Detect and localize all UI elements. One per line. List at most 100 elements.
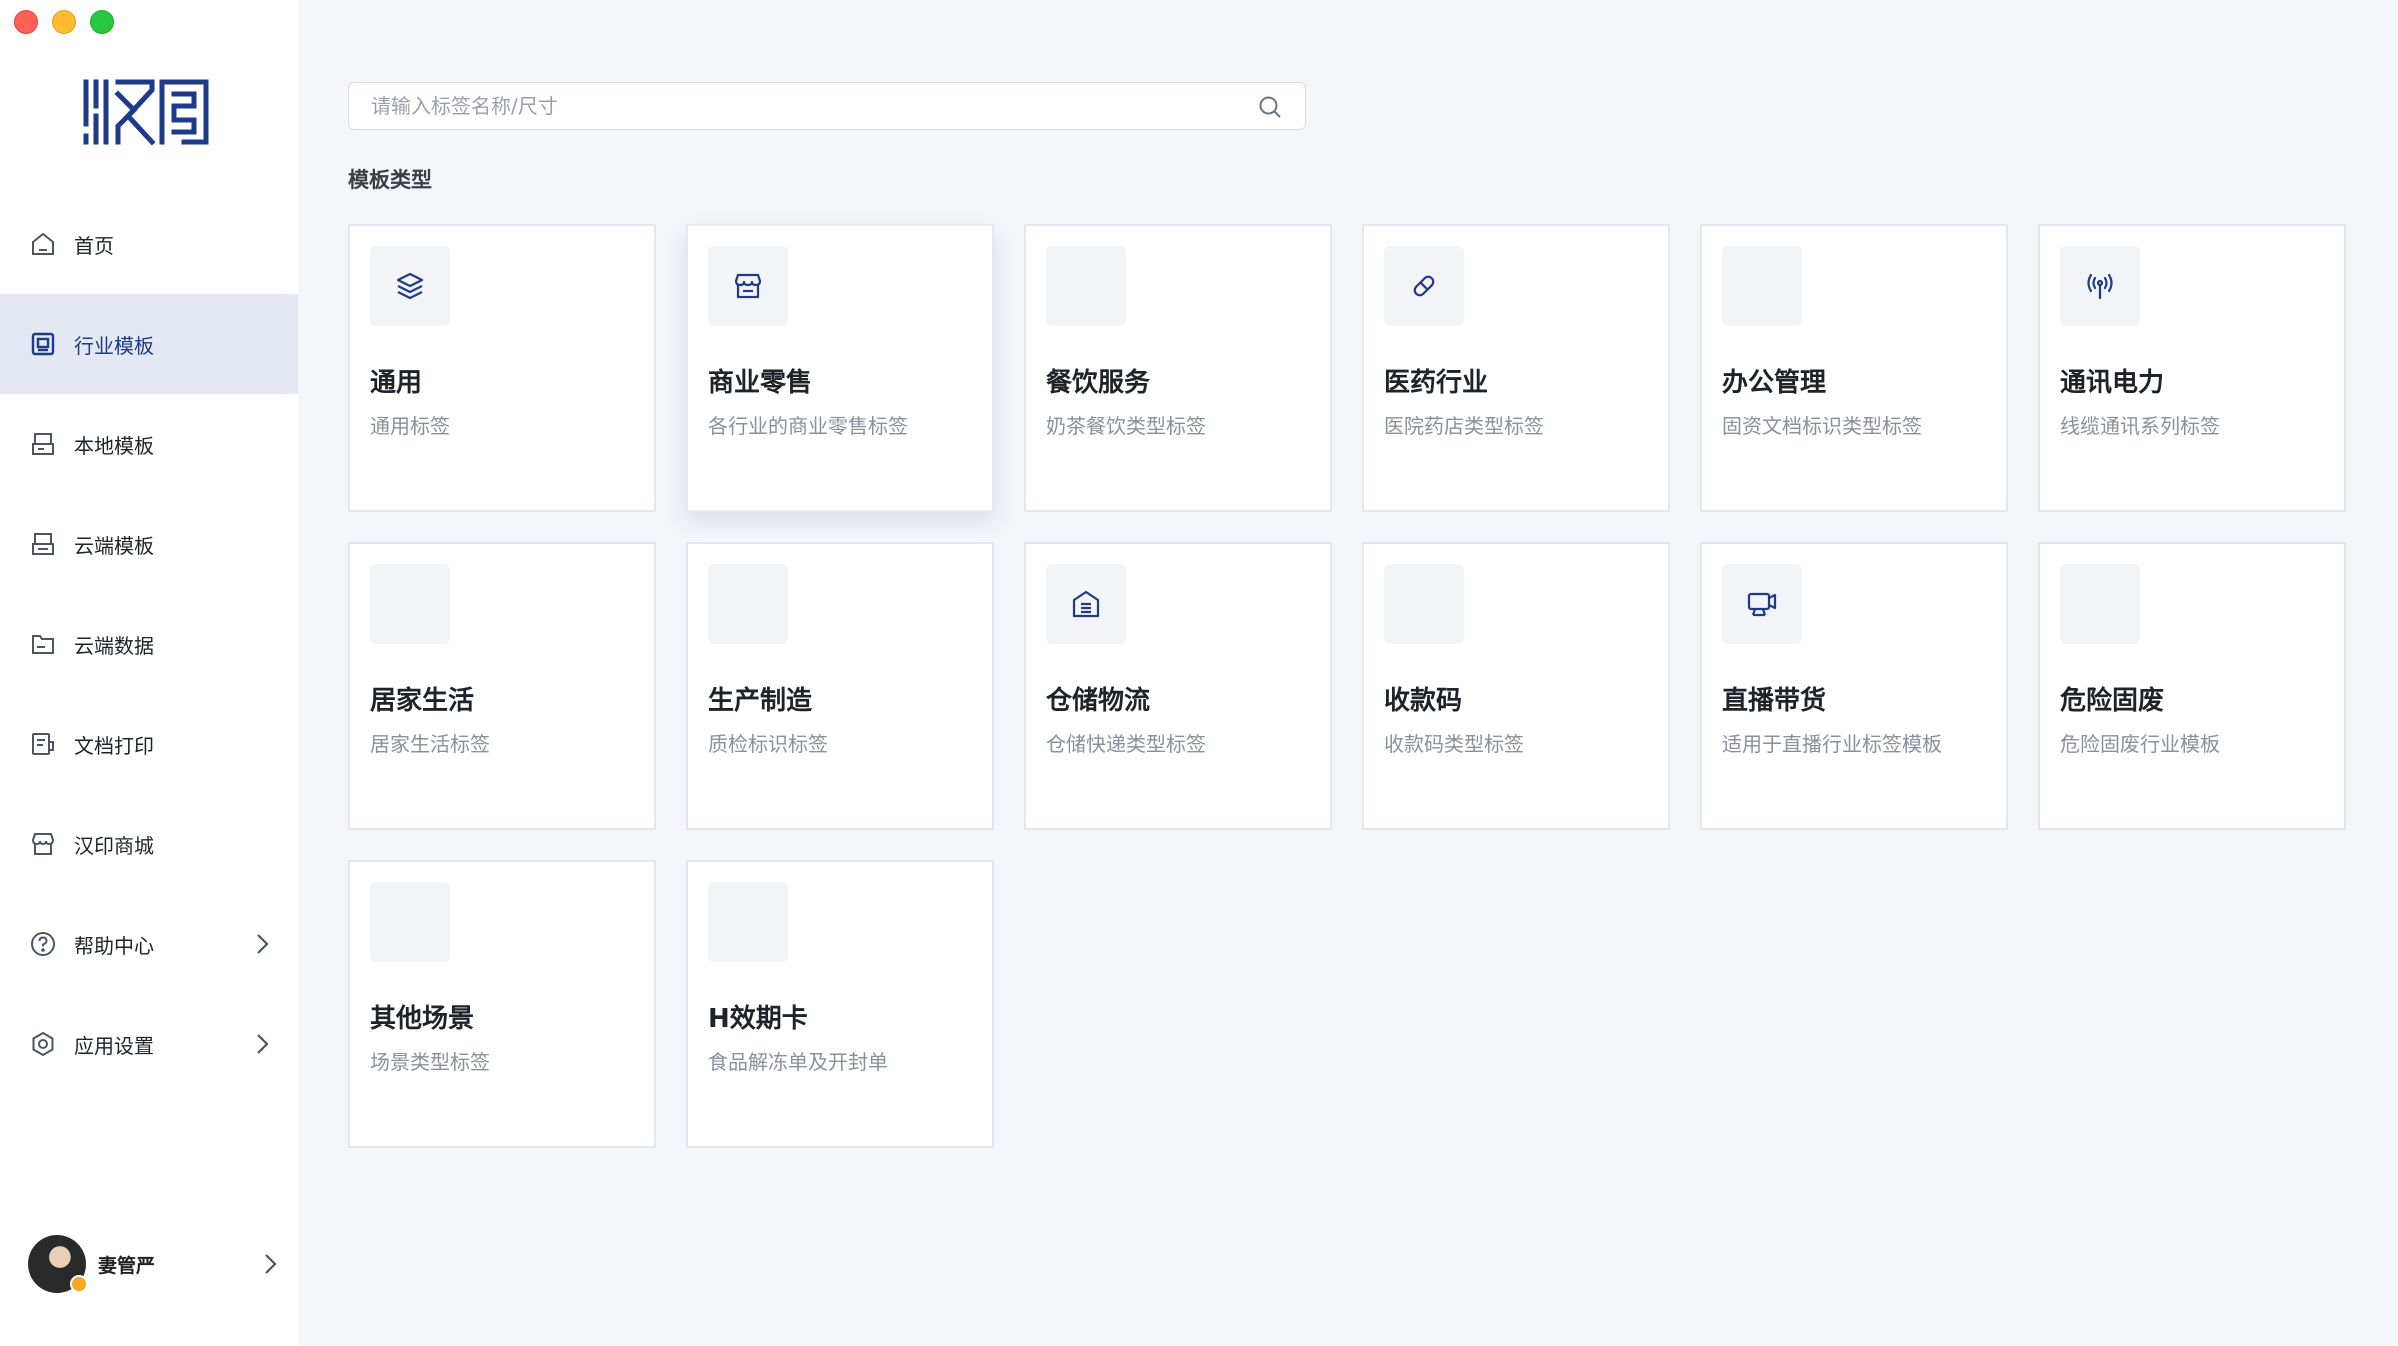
template-card-retail[interactable]: 商业零售 各行业的商业零售标签 xyxy=(686,224,994,512)
card-title: 其他场景 xyxy=(370,1004,475,1034)
template-card-other-scenes[interactable]: 其他场景 场景类型标签 xyxy=(348,860,656,1148)
template-type-grid: 通用 通用标签 商业零售 各行业的商业零售标签 餐饮服务 奶茶餐饮类型标签 医药… xyxy=(348,224,2346,1148)
section-title: 模板类型 xyxy=(348,168,432,192)
card-description: 奶茶餐饮类型标签 xyxy=(1046,414,1206,438)
live-stream-icon xyxy=(1722,564,1802,644)
sidebar-item-app-settings[interactable]: 应用设置 xyxy=(0,994,298,1094)
card-title: 危险固废 xyxy=(2060,686,2165,716)
template-card-logistics[interactable]: 仓储物流 仓储快递类型标签 xyxy=(1024,542,1332,830)
card-title: 通讯电力 xyxy=(2060,368,2165,398)
home-icon xyxy=(28,229,58,259)
sidebar-item-label: 应用设置 xyxy=(74,1033,154,1058)
card-title: 生产制造 xyxy=(708,686,813,716)
help-icon xyxy=(28,929,58,959)
placeholder-icon xyxy=(2060,564,2140,644)
card-description: 医院药店类型标签 xyxy=(1384,414,1544,438)
card-title: 医药行业 xyxy=(1384,368,1489,398)
vip-badge xyxy=(70,1275,88,1293)
placeholder-icon xyxy=(708,564,788,644)
template-card-medical[interactable]: 医药行业 医院药店类型标签 xyxy=(1362,224,1670,512)
card-title: 办公管理 xyxy=(1722,368,1827,398)
sidebar-item-local-templates[interactable]: 本地模板 xyxy=(0,394,298,494)
card-title: 通用 xyxy=(370,368,423,398)
pill-icon xyxy=(1384,246,1464,326)
card-description: 场景类型标签 xyxy=(370,1050,490,1074)
placeholder-icon xyxy=(708,882,788,962)
chevron-right-icon xyxy=(265,1254,277,1274)
template-icon xyxy=(28,329,58,359)
card-title: 商业零售 xyxy=(708,368,813,398)
template-card-live-stream[interactable]: 直播带货 适用于直播行业标签模板 xyxy=(1700,542,2008,830)
card-title: H效期卡 xyxy=(708,1004,808,1034)
placeholder-icon xyxy=(370,882,450,962)
window-controls xyxy=(14,10,114,34)
placeholder-icon xyxy=(1722,246,1802,326)
card-title: 仓储物流 xyxy=(1046,686,1151,716)
card-description: 适用于直播行业标签模板 xyxy=(1722,732,1942,756)
minimize-window-button[interactable] xyxy=(52,10,76,34)
app-logo xyxy=(83,79,209,146)
sidebar-item-label: 云端数据 xyxy=(74,633,154,658)
zoom-window-button[interactable] xyxy=(90,10,114,34)
card-description: 线缆通讯系列标签 xyxy=(2060,414,2220,438)
card-title: 直播带货 xyxy=(1722,686,1827,716)
sidebar-item-label: 云端模板 xyxy=(74,533,154,558)
layers-icon xyxy=(370,246,450,326)
card-description: 固资文档标识类型标签 xyxy=(1722,414,1922,438)
sidebar-nav: 首页 行业模板 本地模板 云端模板 云端数据 文档打印 汉印商城 帮助中心 应用… xyxy=(0,194,298,1094)
placeholder-icon xyxy=(1384,564,1464,644)
card-description: 通用标签 xyxy=(370,414,450,438)
chevron-right-icon xyxy=(257,1034,269,1054)
sidebar-item-help-center[interactable]: 帮助中心 xyxy=(0,894,298,994)
settings-icon xyxy=(28,1029,58,1059)
card-description: 仓储快递类型标签 xyxy=(1046,732,1206,756)
document-print-icon xyxy=(28,729,58,759)
sidebar-item-label: 文档打印 xyxy=(74,733,154,758)
close-window-button[interactable] xyxy=(14,10,38,34)
card-description: 各行业的商业零售标签 xyxy=(708,414,908,438)
sidebar-item-label: 行业模板 xyxy=(74,333,154,358)
search-box xyxy=(348,82,1306,130)
cloud-data-icon xyxy=(28,629,58,659)
template-card-office[interactable]: 办公管理 固资文档标识类型标签 xyxy=(1700,224,2008,512)
sidebar-item-cloud-templates[interactable]: 云端模板 xyxy=(0,494,298,594)
store-icon xyxy=(28,829,58,859)
template-card-manufacturing[interactable]: 生产制造 质检标识标签 xyxy=(686,542,994,830)
card-description: 居家生活标签 xyxy=(370,732,490,756)
placeholder-icon xyxy=(1046,246,1126,326)
chevron-right-icon xyxy=(257,934,269,954)
template-card-payment-code[interactable]: 收款码 收款码类型标签 xyxy=(1362,542,1670,830)
card-description: 危险固废行业模板 xyxy=(2060,732,2220,756)
template-card-home-living[interactable]: 居家生活 居家生活标签 xyxy=(348,542,656,830)
card-title: 餐饮服务 xyxy=(1046,368,1151,398)
sidebar-item-store[interactable]: 汉印商城 xyxy=(0,794,298,894)
sidebar-item-label: 本地模板 xyxy=(74,433,154,458)
search-input[interactable] xyxy=(349,83,1271,129)
shop-icon xyxy=(708,246,788,326)
card-description: 食品解冻单及开封单 xyxy=(708,1050,888,1074)
sidebar-item-home[interactable]: 首页 xyxy=(0,194,298,294)
antenna-icon xyxy=(2060,246,2140,326)
sidebar-item-label: 汉印商城 xyxy=(74,833,154,858)
cloud-template-icon xyxy=(28,529,58,559)
sidebar-item-document-print[interactable]: 文档打印 xyxy=(0,694,298,794)
card-title: 居家生活 xyxy=(370,686,475,716)
sidebar-item-industry-templates[interactable]: 行业模板 xyxy=(0,294,298,394)
warehouse-icon xyxy=(1046,564,1126,644)
user-profile[interactable]: 妻管严 xyxy=(28,1232,284,1296)
card-description: 收款码类型标签 xyxy=(1384,732,1524,756)
template-card-hazardous-waste[interactable]: 危险固废 危险固废行业模板 xyxy=(2038,542,2346,830)
card-title: 收款码 xyxy=(1384,686,1463,716)
main-content: 模板类型 通用 通用标签 商业零售 各行业的商业零售标签 餐饮服务 奶茶餐饮类型… xyxy=(298,0,2398,1346)
placeholder-icon xyxy=(370,564,450,644)
sidebar-item-cloud-data[interactable]: 云端数据 xyxy=(0,594,298,694)
sidebar-item-label: 帮助中心 xyxy=(74,933,154,958)
template-card-expiry-card[interactable]: H效期卡 食品解冻单及开封单 xyxy=(686,860,994,1148)
local-template-icon xyxy=(28,429,58,459)
search-icon[interactable] xyxy=(1257,94,1283,120)
user-name: 妻管严 xyxy=(98,1254,156,1277)
card-description: 质检标识标签 xyxy=(708,732,828,756)
template-card-telecom[interactable]: 通讯电力 线缆通讯系列标签 xyxy=(2038,224,2346,512)
template-card-general[interactable]: 通用 通用标签 xyxy=(348,224,656,512)
template-card-catering[interactable]: 餐饮服务 奶茶餐饮类型标签 xyxy=(1024,224,1332,512)
